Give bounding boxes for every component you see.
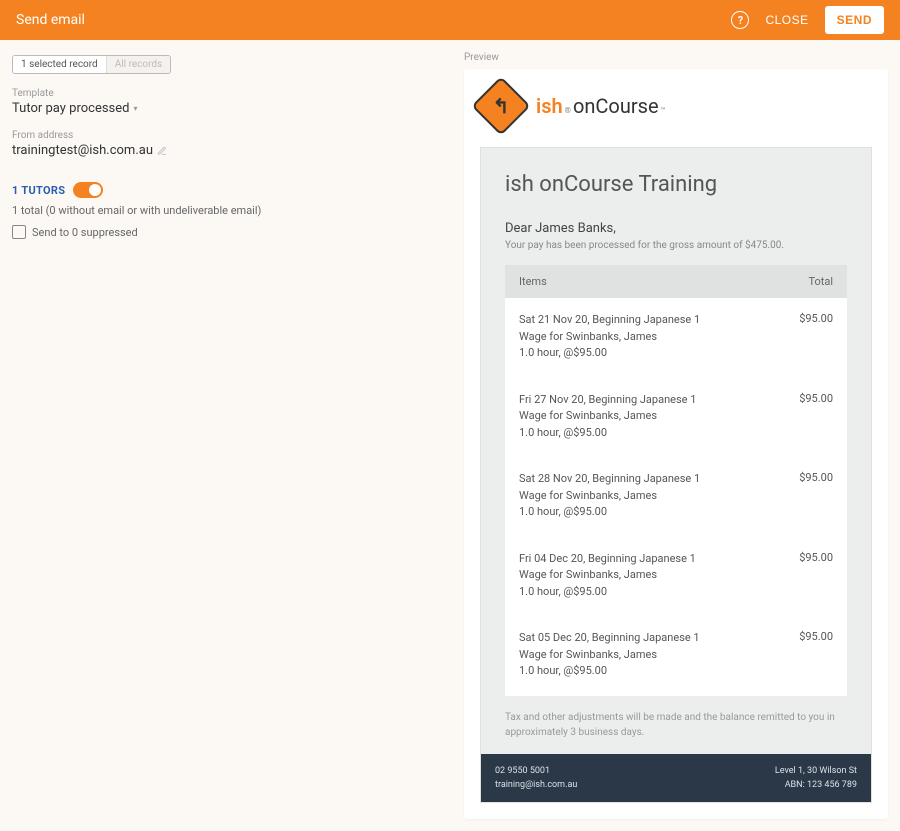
suppressed-label: Send to 0 suppressed [32, 226, 138, 239]
footer-email: training@ish.com.au [495, 778, 775, 792]
tutors-row: 1 TUTORS [12, 182, 452, 198]
footer-phone: 02 9550 5001 [495, 764, 775, 778]
help-icon[interactable]: ? [731, 11, 749, 29]
item-desc: Fri 04 Dec 20, Beginning Japanese 1 Wage… [519, 551, 799, 601]
item-total: $95.00 [799, 471, 833, 521]
item-total: $95.00 [799, 551, 833, 601]
edit-icon [157, 146, 167, 156]
item-desc: Sat 05 Dec 20, Beginning Japanese 1 Wage… [519, 630, 799, 680]
suppressed-row: Send to 0 suppressed [12, 225, 452, 239]
email-title: ish onCourse Training [505, 172, 847, 197]
table-row: Fri 04 Dec 20, Beginning Japanese 1 Wage… [505, 537, 847, 617]
segmented-all-records[interactable]: All records [106, 56, 171, 73]
page-header: Send email ? CLOSE SEND [0, 0, 900, 40]
table-row: Fri 27 Nov 20, Beginning Japanese 1 Wage… [505, 378, 847, 458]
chevron-down-icon: ▾ [133, 104, 137, 113]
logo-text: ish® onCourse™ [536, 94, 666, 118]
preview-column: Preview ↰ ish® onCourse™ ish onCourse Tr… [464, 52, 888, 819]
tutors-toggle[interactable] [73, 182, 103, 198]
footer-left: 02 9550 5001 training@ish.com.au [495, 764, 775, 793]
page-title: Send email [16, 12, 731, 28]
template-value: Tutor pay processed [12, 101, 129, 116]
footer-right: Level 1, 30 Wilson St ABN: 123 456 789 [775, 764, 857, 793]
table-row: Sat 05 Dec 20, Beginning Japanese 1 Wage… [505, 616, 847, 696]
item-desc: Sat 21 Nov 20, Beginning Japanese 1 Wage… [519, 312, 799, 362]
template-select[interactable]: Tutor pay processed ▾ [12, 101, 452, 116]
from-address-label: From address [12, 130, 452, 141]
header-actions: ? CLOSE SEND [731, 6, 884, 34]
table-row: Sat 28 Nov 20, Beginning Japanese 1 Wage… [505, 457, 847, 537]
item-total: $95.00 [799, 312, 833, 362]
col-items-header: Items [519, 275, 808, 288]
item-total: $95.00 [799, 392, 833, 442]
preview-panel: ↰ ish® onCourse™ ish onCourse Training D… [464, 69, 888, 819]
email-intro: Your pay has been processed for the gros… [505, 240, 847, 251]
footer-addr: Level 1, 30 Wilson St [775, 764, 857, 778]
toggle-knob [89, 184, 101, 196]
col-total-header: Total [808, 275, 833, 288]
template-label: Template [12, 88, 452, 99]
close-button[interactable]: CLOSE [765, 13, 808, 27]
from-address-text: trainingtest@ish.com.au [12, 143, 153, 158]
form-panel: 1 selected record All records Template T… [12, 52, 452, 819]
email-card: ish onCourse Training Dear James Banks, … [480, 147, 872, 803]
table-row: Sat 21 Nov 20, Beginning Japanese 1 Wage… [505, 298, 847, 378]
item-total: $95.00 [799, 630, 833, 680]
main-layout: 1 selected record All records Template T… [0, 40, 900, 831]
tutors-label: 1 TUTORS [12, 184, 65, 197]
preview-label: Preview [464, 52, 888, 63]
from-address-value[interactable]: trainingtest@ish.com.au [12, 143, 452, 158]
logo-row: ↰ ish® onCourse™ [480, 85, 872, 127]
footer-abn: ABN: 123 456 789 [775, 778, 857, 792]
item-desc: Sat 28 Nov 20, Beginning Japanese 1 Wage… [519, 471, 799, 521]
email-note: Tax and other adjustments will be made a… [505, 696, 847, 754]
items-table: Items Total Sat 21 Nov 20, Beginning Jap… [505, 265, 847, 696]
email-footer: 02 9550 5001 training@ish.com.au Level 1… [481, 754, 871, 803]
logo-arrow-icon: ↰ [493, 94, 510, 118]
send-button[interactable]: SEND [825, 6, 884, 34]
tutors-summary: 1 total (0 without email or with undeliv… [12, 204, 452, 217]
segmented-selected-record[interactable]: 1 selected record [13, 56, 106, 73]
logo-sign-icon: ↰ [471, 76, 530, 135]
record-scope-segmented: 1 selected record All records [12, 55, 171, 74]
item-desc: Fri 27 Nov 20, Beginning Japanese 1 Wage… [519, 392, 799, 442]
suppressed-checkbox[interactable] [12, 225, 26, 239]
email-greeting: Dear James Banks, [505, 221, 847, 236]
items-header-row: Items Total [505, 265, 847, 298]
